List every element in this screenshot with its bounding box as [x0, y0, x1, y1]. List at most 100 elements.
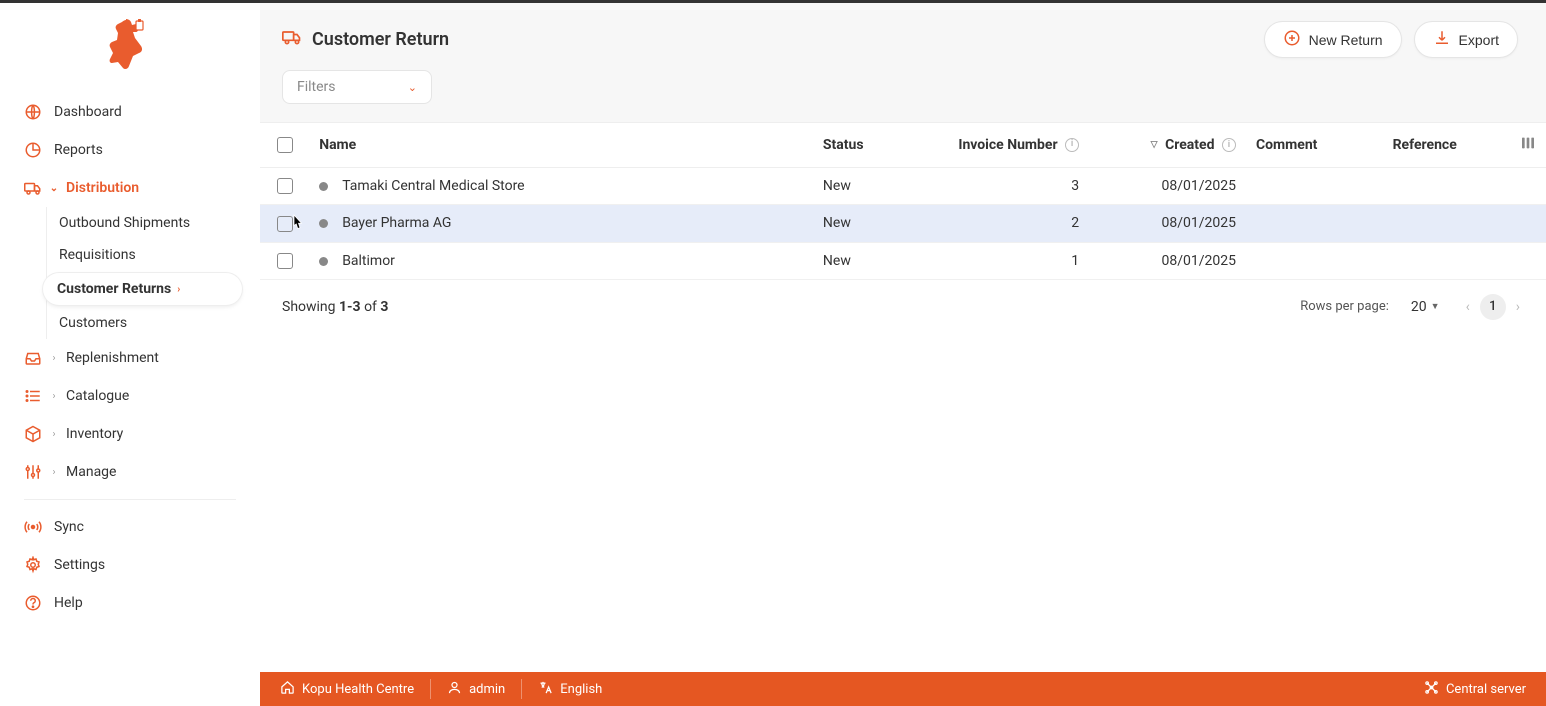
row-checkbox[interactable]	[277, 253, 293, 269]
gear-icon	[24, 556, 42, 574]
action-bar: New Return Export	[1264, 21, 1518, 58]
pie-icon	[24, 141, 42, 159]
button-label: Export	[1459, 32, 1499, 48]
inbox-icon	[24, 349, 42, 367]
subnav-customer-returns[interactable]: Customer Returns ›	[43, 273, 242, 305]
nav-manage[interactable]: › Manage	[10, 453, 250, 491]
nav-inventory[interactable]: › Inventory	[10, 415, 250, 453]
col-invoice-header[interactable]: Invoice Number i	[948, 123, 1089, 168]
footer-user[interactable]: admin	[431, 679, 522, 699]
row-checkbox[interactable]	[277, 178, 293, 194]
cell-name: Baltimor	[342, 253, 395, 269]
nav: Dashboard Reports ⌄ Distribution Outboun…	[0, 93, 260, 706]
subnav-label: Outbound Shipments	[59, 215, 190, 231]
truck-icon	[24, 179, 42, 197]
next-page-button[interactable]: ›	[1512, 295, 1524, 319]
col-created-header[interactable]: ▽ Created i	[1089, 123, 1246, 168]
col-name-header[interactable]: Name	[309, 123, 813, 168]
cell-status: New	[823, 215, 851, 231]
app-logo	[0, 17, 260, 93]
cell-invoice: 1	[1071, 253, 1079, 269]
filters-dropdown[interactable]: Filters ⌄	[282, 70, 432, 104]
cell-invoice: 2	[1071, 215, 1079, 231]
nav-label: Replenishment	[66, 350, 159, 366]
nav-settings[interactable]: Settings	[10, 546, 250, 584]
footer: Kopu Health Centre admin English	[260, 672, 1546, 706]
cell-name: Tamaki Central Medical Store	[342, 178, 524, 194]
info-icon[interactable]: i	[1222, 138, 1236, 152]
network-icon	[1424, 680, 1439, 699]
column-settings-button[interactable]	[1510, 123, 1546, 168]
rows-per-page-label: Rows per page:	[1300, 299, 1389, 314]
filter-row: Filters ⌄	[260, 70, 1546, 122]
box-icon	[24, 425, 42, 443]
sliders-icon	[24, 463, 42, 481]
help-icon	[24, 594, 42, 612]
download-icon	[1433, 29, 1451, 50]
user-icon	[447, 680, 462, 699]
page-title-text: Customer Return	[312, 29, 449, 50]
col-comment-header[interactable]: Comment	[1246, 123, 1383, 168]
nav-label: Inventory	[66, 426, 123, 442]
col-reference-header[interactable]: Reference	[1383, 123, 1510, 168]
export-button[interactable]: Export	[1414, 21, 1518, 58]
chevron-right-icon: ›	[48, 353, 60, 364]
pagination-controls: Rows per page: 20 ▼ ‹ 1 ›	[1300, 294, 1524, 320]
nav-label: Sync	[54, 519, 84, 535]
table-row[interactable]: Baltimor New 1 08/01/2025	[260, 242, 1546, 279]
footer-language[interactable]: English	[522, 679, 618, 699]
nav-catalogue[interactable]: › Catalogue	[10, 377, 250, 415]
prev-page-button[interactable]: ‹	[1462, 295, 1474, 319]
nav-dashboard[interactable]: Dashboard	[10, 93, 250, 131]
caret-down-icon: ▼	[1431, 301, 1440, 312]
nav-label: Catalogue	[66, 388, 129, 404]
table-row[interactable]: Bayer Pharma AG New 2 08/01/2025	[260, 205, 1546, 242]
status-dot	[319, 182, 328, 191]
chevron-down-icon: ⌄	[48, 183, 60, 194]
select-all-checkbox[interactable]	[277, 137, 293, 153]
col-status-header[interactable]: Status	[813, 123, 948, 168]
main-content: Customer Return New Return Export	[260, 3, 1546, 706]
distribution-subnav: Outbound Shipments Requisitions Customer…	[46, 207, 250, 339]
footer-server[interactable]: Central server	[1424, 680, 1526, 699]
pagination: Showing 1-3 of 3 Rows per page: 20 ▼ ‹ 1…	[260, 280, 1546, 334]
cell-created: 08/01/2025	[1161, 178, 1236, 194]
nav-help[interactable]: Help	[10, 584, 250, 622]
nav-label: Reports	[54, 142, 103, 158]
nav-replenishment[interactable]: › Replenishment	[10, 339, 250, 377]
sidebar: Dashboard Reports ⌄ Distribution Outboun…	[0, 3, 260, 706]
subnav-label: Customer Returns	[57, 281, 171, 297]
cell-name: Bayer Pharma AG	[342, 215, 451, 231]
new-return-button[interactable]: New Return	[1264, 21, 1402, 58]
translate-icon	[538, 680, 553, 699]
nav-distribution[interactable]: ⌄ Distribution	[10, 169, 250, 207]
showing-text: Showing 1-3 of 3	[282, 299, 388, 315]
subnav-outbound-shipments[interactable]: Outbound Shipments	[47, 207, 250, 239]
nav-label: Dashboard	[54, 104, 122, 120]
nav-reports[interactable]: Reports	[10, 131, 250, 169]
rows-per-page-select[interactable]: 20 ▼	[1411, 299, 1440, 315]
cell-created: 08/01/2025	[1161, 215, 1236, 231]
subnav-label: Requisitions	[59, 247, 136, 263]
nav-sync[interactable]: Sync	[10, 508, 250, 546]
row-checkbox[interactable]	[277, 216, 293, 232]
cell-status: New	[823, 253, 851, 269]
truck-icon	[282, 27, 302, 52]
globe-icon	[24, 103, 42, 121]
nav-label: Distribution	[66, 180, 139, 196]
table-container: Name Status Invoice Number i ▽ Created i…	[260, 122, 1546, 706]
page-title: Customer Return	[282, 27, 449, 52]
col-checkbox	[260, 123, 309, 168]
info-icon[interactable]: i	[1065, 138, 1079, 152]
nav-label: Settings	[54, 557, 105, 573]
status-dot	[319, 219, 328, 228]
list-icon	[24, 387, 42, 405]
divider	[24, 499, 236, 500]
footer-store[interactable]: Kopu Health Centre	[280, 679, 431, 699]
subnav-customers[interactable]: Customers	[47, 307, 250, 339]
subnav-requisitions[interactable]: Requisitions	[47, 239, 250, 271]
app-root: Dashboard Reports ⌄ Distribution Outboun…	[0, 3, 1546, 706]
table-row[interactable]: Tamaki Central Medical Store New 3 08/01…	[260, 168, 1546, 205]
chevron-right-icon: ›	[48, 429, 60, 440]
page-number[interactable]: 1	[1480, 294, 1506, 320]
